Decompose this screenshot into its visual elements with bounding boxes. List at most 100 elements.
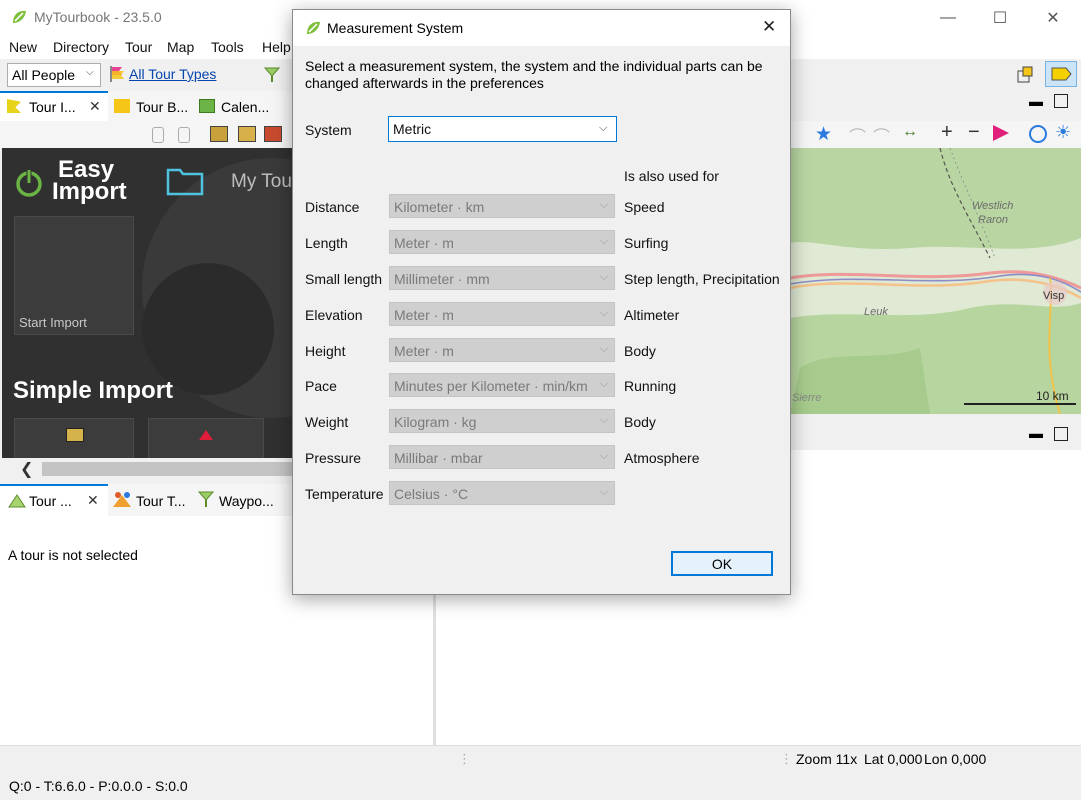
pressure-select: Millibar · mbar ⌵ [389,445,615,469]
import-device-icon[interactable] [238,126,256,142]
ok-button[interactable]: OK [671,551,773,576]
import-folder-icon[interactable] [210,126,228,142]
scroll-left-icon[interactable]: ❮ [20,459,33,479]
map-label-westlich: Westlich [972,200,1014,212]
dialog-title-bar: Measurement System ✕ [293,10,790,46]
calendar-tab-icon [199,99,215,113]
pressure-value: Millibar · mbar [394,450,483,466]
power-icon[interactable] [14,168,44,198]
upload-icon [199,430,213,440]
minimize-button[interactable]: — [925,0,971,35]
height-label: Height [305,343,346,359]
sun-icon[interactable]: ☀ [1055,122,1071,143]
tab-calendar[interactable]: Calen... [221,99,269,115]
tour-filter-icon[interactable] [262,64,282,84]
database-icon[interactable] [178,127,190,143]
tag-toggle-button[interactable] [1045,61,1077,87]
height-select: Meter · m ⌵ [389,338,615,362]
all-tour-types-link[interactable]: All Tour Types [129,66,216,82]
simple-import-folder-tile[interactable] [14,418,134,458]
tab-tour-info-label: Tour ... [29,493,72,509]
sync-map-icon[interactable]: ↔ [902,123,918,141]
small-length-used-for: Step length, Precipitation [624,271,780,287]
close-tab-icon[interactable]: ✕ [89,98,101,115]
temperature-value: Celsius · °C [394,486,469,502]
maximize-view-icon[interactable] [1054,94,1068,108]
simple-import-upload-tile[interactable] [148,418,264,458]
lon-status: Lon 0,000 [924,751,987,767]
small-length-label: Small length [305,271,383,287]
height-value: Meter · m [394,343,454,359]
small-length-value: Millimeter · mm [394,271,490,287]
center-map-icon[interactable] [1029,125,1047,143]
database-icon[interactable] [152,127,164,143]
zoom-in-icon[interactable]: + [941,121,953,144]
track-icon[interactable]: ⌒ [849,123,866,148]
scrollbar-thumb[interactable] [42,462,292,476]
map-scale-bar [964,403,1076,405]
direction-icon[interactable] [993,125,1009,141]
chevron-down-icon: ⌵ [599,271,608,283]
tour-info-tab-icon [8,494,26,508]
pace-label: Pace [305,378,337,394]
menu-map[interactable]: Map [167,39,194,55]
minimize-view-icon[interactable]: ▬ [1029,93,1043,109]
tab-tour-book[interactable]: Tour B... [136,99,188,115]
folder-icon[interactable] [166,166,204,196]
menu-tour[interactable]: Tour [125,39,152,55]
chevron-down-icon: ⌵ [599,199,608,211]
tour-book-tab-icon [114,99,130,113]
weight-used-for: Body [624,414,656,430]
menu-help[interactable]: Help [262,39,291,55]
track-icon-2[interactable]: ⌒ [873,123,890,148]
menu-tools[interactable]: Tools [211,39,244,55]
tab-tour-import-label: Tour I... [29,99,76,115]
tab-tour-import[interactable]: Tour I... ✕ [0,91,108,121]
close-tab-icon[interactable]: ✕ [87,492,99,509]
view-config-icon[interactable] [1015,65,1035,85]
people-select[interactable]: All People ⌵ [7,63,101,87]
tour-types-icon [110,66,124,82]
tab-waypoints[interactable]: Waypo... [219,493,274,509]
easy-import-panel: Easy Import My Tou Start Import Simple I… [2,148,292,458]
map-label-leuk: Leuk [864,306,888,318]
status-separator: ⋮ [458,751,471,766]
map-label-raron: Raron [978,214,1008,226]
small-length-select: Millimeter · mm ⌵ [389,266,615,290]
map-toolbar: ★ ⌒ ⌒ ↔ + − ☀ [789,121,1081,148]
menu-new[interactable]: New [9,39,37,55]
background-circle-inner [142,263,274,395]
lat-status: Lat 0,000 [864,751,923,767]
start-import-tile[interactable]: Start Import [14,216,134,335]
horizontal-scrollbar[interactable]: ❮ [0,458,292,480]
app-logo-icon [307,21,320,34]
elevation-used-for: Altimeter [624,307,680,323]
distance-label: Distance [305,199,360,215]
chevron-down-icon: ⌵ [599,235,608,247]
system-select[interactable]: Metric ⌵ [388,116,617,142]
pace-value: Minutes per Kilometer · min/km [394,378,588,394]
window-title: MyTourbook - 23.5.0 [34,9,162,25]
bottom-status-bar: Q:0 - T:6.6.0 - P:0.0.0 - S:0.0 [0,772,1081,800]
close-window-button[interactable]: ✕ [1030,0,1076,35]
menu-directory[interactable]: Directory [53,39,109,55]
zoom-out-icon[interactable]: − [968,121,980,144]
minimize-view-icon[interactable]: ▬ [1029,425,1043,441]
temperature-label: Temperature [305,486,384,502]
chevron-down-icon: ⌵ [599,486,608,498]
pressure-label: Pressure [305,450,362,466]
tag-icon [1051,67,1072,81]
import-folder-icon [66,428,84,442]
maximize-button[interactable]: ☐ [977,0,1023,35]
delete-import-icon[interactable] [264,126,282,142]
map-view[interactable]: Westlich Raron Leuk Visp Sierre 10 km [790,148,1081,414]
tab-tour-info[interactable]: Tour ... ✕ [0,484,108,516]
length-value: Meter · m [394,235,454,251]
start-import-label: Start Import [19,315,87,330]
dialog-close-icon[interactable]: ✕ [762,17,776,37]
distance-select: Kilometer · km ⌵ [389,194,615,218]
measurement-system-dialog: Measurement System ✕ Select a measuremen… [292,9,791,595]
tab-tour-tags[interactable]: Tour T... [136,493,186,509]
favorite-star-icon[interactable]: ★ [815,123,832,146]
maximize-view-icon[interactable] [1054,427,1068,441]
